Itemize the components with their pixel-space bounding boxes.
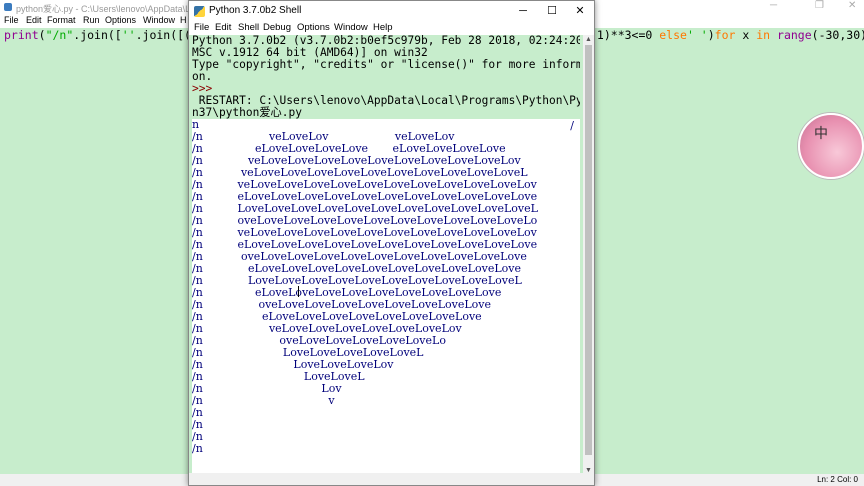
output-line: /n v — [192, 395, 335, 407]
code-right-token: in — [756, 28, 771, 42]
code-right-token: else — [659, 28, 687, 42]
shell-menu-help[interactable]: Help — [373, 22, 393, 33]
shell-menu-edit[interactable]: Edit — [215, 22, 231, 33]
editor-menu-edit[interactable]: Edit — [26, 15, 42, 25]
version-line-3: Type "copyright", "credits" or "license(… — [192, 58, 580, 71]
code-right-token — [770, 28, 777, 42]
shell-menu-file[interactable]: File — [194, 22, 209, 33]
shell-menu-shell[interactable]: Shell — [238, 22, 259, 33]
shell-minimize-icon[interactable]: ─ — [509, 1, 537, 21]
python-file-icon — [4, 3, 12, 11]
output-line: /n — [192, 443, 206, 455]
program-output: / n/n veLoveLov veLoveLov/n eLoveLoveLov… — [192, 119, 580, 475]
avatar-text: 中 — [814, 126, 828, 142]
output-line-prefix: /n — [192, 442, 203, 455]
shell-scrollbar[interactable]: ▲ ▼ — [583, 35, 594, 475]
shell-window: Python 3.7.0b2 Shell ─ ☐ ✕ File Edit She… — [188, 0, 595, 486]
code-left-token: .join([( — [135, 28, 191, 42]
editor-close-icon[interactable]: ✕ — [848, 0, 856, 11]
code-right-token: range — [777, 28, 812, 42]
code-right-token: ) — [707, 28, 715, 42]
output-line-tail: / — [570, 119, 574, 132]
version-line-4: on. — [192, 70, 213, 83]
editor-menu-file[interactable]: File — [4, 15, 19, 25]
code-left-token: ( — [38, 28, 46, 42]
code-right-token: .1)**3<=0 — [590, 28, 660, 42]
shell-title: Python 3.7.0b2 Shell — [209, 5, 302, 16]
shell-maximize-icon[interactable]: ☐ — [538, 1, 566, 21]
cursor-position: Ln: 2 Col: 0 — [817, 475, 858, 484]
scrollbar-thumb[interactable] — [585, 45, 592, 455]
output-line-text: v — [206, 394, 335, 407]
editor-menu-format[interactable]: Format — [47, 15, 76, 25]
code-line-left: print("/n".join([''.join([('L — [4, 28, 205, 42]
editor-menu-run[interactable]: Run — [83, 15, 100, 25]
code-line-right: .1)**3<=0 else' ')for x in range(-30,30) — [590, 28, 864, 42]
code-right-token: ' ' — [686, 28, 708, 42]
code-right-token: x — [735, 28, 757, 42]
editor-minimize-icon[interactable]: ─ — [770, 0, 777, 11]
shell-statusbar — [189, 473, 594, 485]
code-right-token: (-30,30) — [811, 28, 864, 42]
shell-menubar: File Edit Shell Debug Options Window Hel… — [189, 21, 594, 35]
shell-titlebar: Python 3.7.0b2 Shell ─ ☐ ✕ — [189, 1, 594, 21]
code-right-token: for — [714, 28, 736, 42]
shell-menu-debug[interactable]: Debug — [263, 22, 291, 33]
scroll-up-icon[interactable]: ▲ — [584, 35, 593, 44]
code-left-token: print — [4, 28, 39, 42]
text-cursor — [298, 286, 299, 297]
avatar[interactable]: 中 — [798, 113, 864, 179]
python-logo-icon — [194, 6, 205, 17]
editor-menu-help[interactable]: H — [180, 15, 187, 25]
shell-close-icon[interactable]: ✕ — [566, 1, 594, 21]
editor-menu-options[interactable]: Options — [105, 15, 136, 25]
code-left-token: '' — [121, 28, 136, 42]
editor-menu-window[interactable]: Window — [143, 15, 175, 25]
code-left-token: "/n" — [45, 28, 74, 42]
restart-line-2: n37\python爱心.py — [192, 107, 580, 119]
shell-menu-options[interactable]: Options — [297, 22, 330, 33]
shell-text-area[interactable]: Python 3.7.0b2 (v3.7.0b2:b0ef5c979b, Feb… — [192, 35, 580, 475]
shell-menu-window[interactable]: Window — [334, 22, 368, 33]
editor-maximize-icon[interactable]: ❐ — [815, 0, 824, 11]
code-left-token: .join([ — [73, 28, 122, 42]
